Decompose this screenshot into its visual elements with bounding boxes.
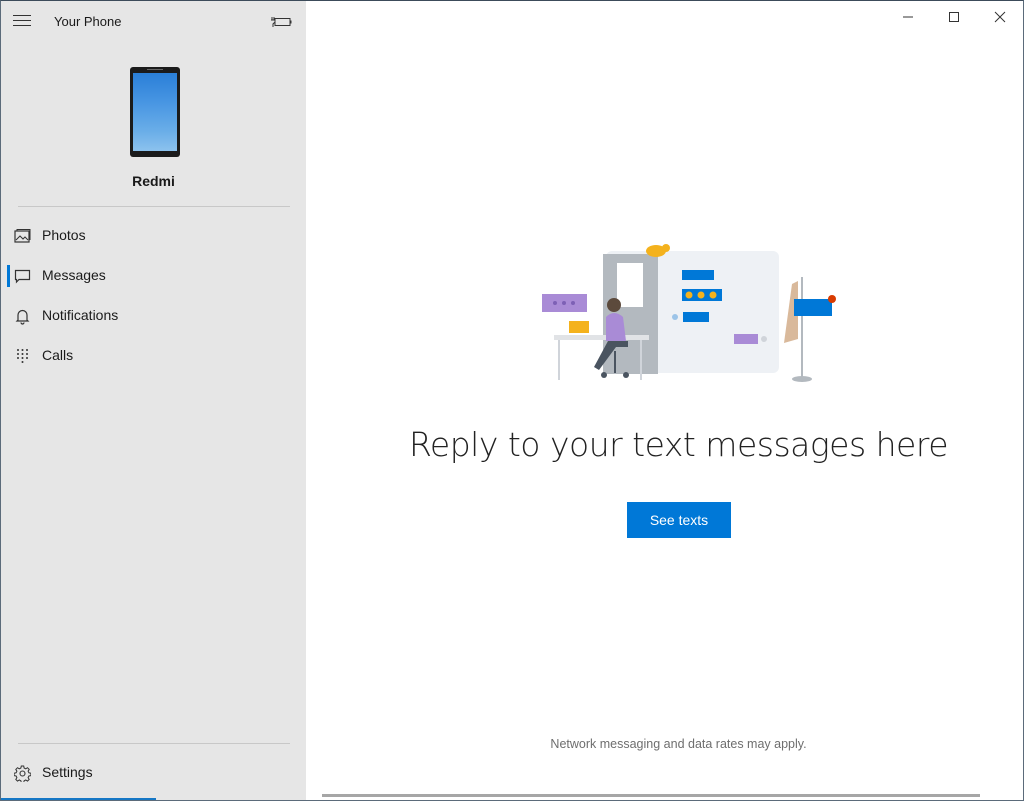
minimize-button[interactable] [885, 1, 931, 33]
sidebar-item-photos[interactable]: Photos [1, 216, 306, 256]
hamburger-icon[interactable] [13, 15, 31, 29]
window-controls [885, 1, 1023, 33]
sidebar-header: Your Phone [1, 1, 306, 43]
taskbar-edge [1, 791, 156, 800]
sidebar: Your Phone Redmi Photos Messages Notific… [1, 1, 306, 800]
battery-charging-icon [271, 17, 292, 27]
bell-icon [15, 309, 30, 325]
divider [18, 206, 290, 207]
phone-icon [130, 67, 180, 157]
headline: Reply to your text messages here [408, 425, 949, 464]
app-title: Your Phone [54, 14, 122, 29]
maximize-button[interactable] [931, 1, 977, 33]
minimize-icon [903, 16, 913, 18]
message-icon [14, 269, 31, 284]
messaging-illustration [542, 244, 836, 382]
gear-icon [14, 765, 31, 782]
settings-label: Settings [42, 764, 93, 780]
app-window: Your Phone Redmi Photos Messages Notific… [0, 0, 1024, 801]
settings-button[interactable]: Settings [1, 753, 306, 793]
close-icon [994, 11, 1006, 23]
divider [18, 743, 290, 744]
sidebar-item-label: Notifications [42, 307, 119, 323]
horizontal-scrollbar[interactable] [322, 794, 980, 797]
footnote: Network messaging and data rates may app… [550, 737, 807, 751]
photos-icon [14, 229, 31, 243]
sidebar-nav: Photos Messages Notifications Calls [1, 216, 306, 376]
sidebar-item-label: Calls [42, 347, 74, 363]
maximize-icon [949, 12, 959, 22]
sidebar-item-label: Messages [42, 267, 106, 283]
sidebar-item-messages[interactable]: Messages [1, 256, 306, 296]
close-button[interactable] [977, 1, 1023, 33]
see-texts-button[interactable]: See texts [627, 502, 731, 538]
dialpad-icon [17, 349, 28, 363]
sidebar-item-label: Photos [42, 227, 86, 243]
main-content: Reply to your text messages here See tex… [306, 1, 1023, 800]
sidebar-item-calls[interactable]: Calls [1, 336, 306, 376]
sidebar-item-notifications[interactable]: Notifications [1, 296, 306, 336]
device-name: Redmi [132, 173, 175, 189]
